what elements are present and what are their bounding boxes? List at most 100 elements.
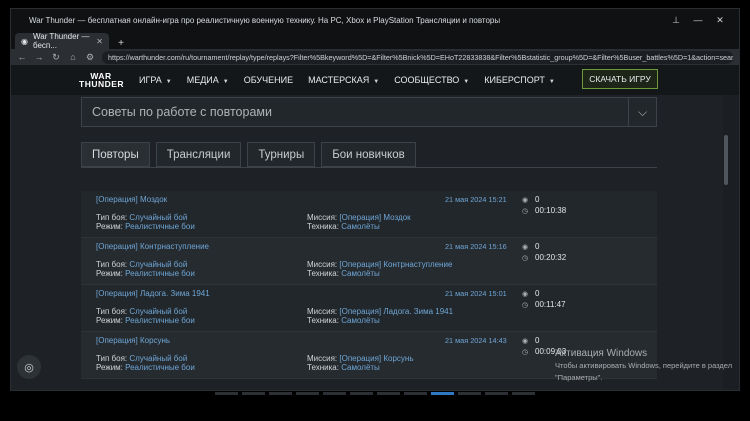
battle-type-label: Тип боя: [96, 260, 128, 269]
tab-replays[interactable]: Повторы [81, 142, 150, 167]
tabs-divider [81, 167, 657, 168]
new-tab-button[interactable]: + [113, 38, 129, 49]
replay-title[interactable]: [Операция] Моздок [96, 195, 167, 204]
download-game-button[interactable]: СКАЧАТЬ ИГРУ [582, 69, 658, 89]
mission-value[interactable]: [Операция] Моздок [339, 213, 410, 222]
replay-row[interactable]: [Операция] Ладога. Зима 1941 21 мая 2024… [81, 285, 657, 332]
mission-label: Миссия: [307, 307, 338, 316]
menu-item-esports[interactable]: КИБЕРСПОРТ ▼ [484, 75, 555, 85]
menu-item-community[interactable]: СООБЩЕСТВО ▼ [394, 75, 469, 85]
mode-value: Реалистичные бои [125, 269, 195, 278]
vehicle-value: Самолёты [341, 222, 380, 231]
replay-title[interactable]: [Операция] Контрнаступление [96, 242, 209, 251]
views-count: ◉ 0 [521, 289, 540, 298]
minimize-button[interactable]: — [687, 15, 709, 25]
views-count: ◉ 0 [521, 336, 540, 345]
mission-label: Миссия: [307, 260, 338, 269]
favicon-icon: ◉ [21, 36, 28, 46]
duration: ◷ 00:20:32 [521, 253, 566, 262]
vehicle-label: Техника: [307, 222, 339, 231]
clock-icon: ◷ [521, 301, 529, 309]
home-icon[interactable]: ⌂ [68, 52, 78, 62]
url-field[interactable]: https://warthunder.com/ru/tournament/rep… [102, 50, 733, 64]
menu-item-learning[interactable]: ОБУЧЕНИЕ [244, 75, 293, 85]
tab-streams[interactable]: Трансляции [155, 142, 242, 167]
replay-date: 21 мая 2024 14:43 [445, 336, 507, 345]
mode-value: Реалистичные бои [125, 316, 195, 325]
title-bar: War Thunder — бесплатная онлайн-игра про… [11, 9, 739, 31]
pager-dot[interactable] [404, 392, 427, 395]
mission: Миссия: [Операция] Контрнаступление [307, 260, 452, 269]
watermark-line-1: Активация Windows [555, 348, 648, 359]
tab-tournaments[interactable]: Турниры [247, 142, 316, 167]
vehicle-label: Техника: [307, 363, 339, 372]
mission: Миссия: [Операция] Ладога. Зима 1941 [307, 307, 453, 316]
replay-row[interactable]: [Операция] Контрнаступление 21 мая 2024 … [81, 238, 657, 285]
mission-value[interactable]: [Операция] Контрнаступление [339, 260, 452, 269]
duration: ◷ 00:10:38 [521, 206, 566, 215]
vehicle: Техника: Самолёты [307, 363, 380, 372]
battle-type: Тип боя: Случайный бой [96, 354, 187, 363]
replay-title[interactable]: [Операция] Корсунь [96, 336, 170, 345]
battle-type-value: Случайный бой [129, 213, 188, 222]
pager-dot[interactable] [323, 392, 346, 395]
pager-dot[interactable] [377, 392, 400, 395]
menu-item-media[interactable]: МЕДИА ▼ [187, 75, 229, 85]
menu-label: ОБУЧЕНИЕ [243, 75, 294, 85]
tab-newbie-battles[interactable]: Бои новичков [321, 142, 416, 167]
page-content: Советы по работе с повторами ⌵ Повторы Т… [11, 95, 729, 390]
eye-icon: ◉ [521, 196, 529, 204]
pager-dot[interactable] [512, 392, 535, 395]
vehicle-label: Техника: [307, 269, 339, 278]
main-menu: ИГРА ▼ МЕДИА ▼ ОБУЧЕНИЕ МАСТЕРСКАЯ ▼ СООБЩЕ… [139, 75, 555, 85]
fingerprint-icon[interactable]: ◎ [17, 355, 41, 379]
pager-dot[interactable] [485, 392, 508, 395]
scrollbar-thumb[interactable] [724, 135, 728, 185]
menu-item-workshop[interactable]: МАСТЕРСКАЯ ▼ [308, 75, 379, 85]
site-info-icon[interactable]: ⚙ [85, 52, 95, 63]
mode: Режим: Реалистичные бои [96, 222, 195, 231]
page-scrollbar[interactable] [723, 95, 729, 390]
browser-window: War Thunder — бесплатная онлайн-игра про… [10, 8, 740, 391]
pager-dot[interactable] [215, 392, 238, 395]
battle-type: Тип боя: Случайный бой [96, 260, 187, 269]
mode-label: Режим: [96, 222, 123, 231]
forward-icon[interactable]: → [34, 52, 44, 62]
eye-icon: ◉ [521, 243, 529, 251]
mode-label: Режим: [96, 269, 123, 278]
browser-tab[interactable]: ◉ War Thunder — бесп... ✕ [15, 32, 109, 50]
back-icon[interactable]: ← [17, 52, 27, 62]
pager-dot[interactable] [458, 392, 481, 395]
reload-icon[interactable]: ↻ [51, 52, 61, 63]
close-window-button[interactable]: ✕ [709, 15, 731, 26]
tips-select[interactable]: Советы по работе с повторами ⌵ [81, 97, 657, 127]
eye-icon: ◉ [521, 337, 529, 345]
mission-value[interactable]: [Операция] Корсунь [339, 354, 413, 363]
eye-icon: ◉ [521, 290, 529, 298]
window-title: War Thunder — бесплатная онлайн-игра про… [29, 15, 501, 25]
mission-label: Миссия: [307, 354, 338, 363]
caret-icon: ▼ [222, 79, 229, 85]
content-tabs: Повторы Трансляции Турниры Бои новичков [81, 142, 416, 167]
site-logo[interactable]: WAR THUNDER [79, 72, 124, 89]
pager-dot[interactable] [242, 392, 265, 395]
replay-row[interactable]: [Операция] Моздок 21 мая 2024 15:21 ◉ 0 ◷… [81, 191, 657, 238]
chevron-down-icon[interactable]: ⌵ [628, 98, 656, 126]
caret-icon: ▼ [373, 79, 380, 85]
mode-label: Режим: [96, 363, 123, 372]
pager-dot[interactable] [296, 392, 319, 395]
menu-item-game[interactable]: ИГРА ▼ [139, 75, 172, 85]
mode-value: Реалистичные бои [125, 222, 195, 231]
mission-value[interactable]: [Операция] Ладога. Зима 1941 [339, 307, 453, 316]
duration-value: 00:10:38 [535, 206, 567, 215]
replay-title[interactable]: [Операция] Ладога. Зима 1941 [96, 289, 210, 298]
close-tab-icon[interactable]: ✕ [96, 37, 103, 46]
pager-dot-active[interactable] [431, 392, 454, 395]
clock-icon: ◷ [521, 207, 529, 215]
mode-value: Реалистичные бои [125, 363, 195, 372]
pager-dot[interactable] [350, 392, 373, 395]
vehicle-value: Самолёты [341, 363, 380, 372]
pin-icon[interactable]: ⊥ [665, 15, 687, 26]
pager-dot[interactable] [269, 392, 292, 395]
vehicle: Техника: Самолёты [307, 316, 380, 325]
